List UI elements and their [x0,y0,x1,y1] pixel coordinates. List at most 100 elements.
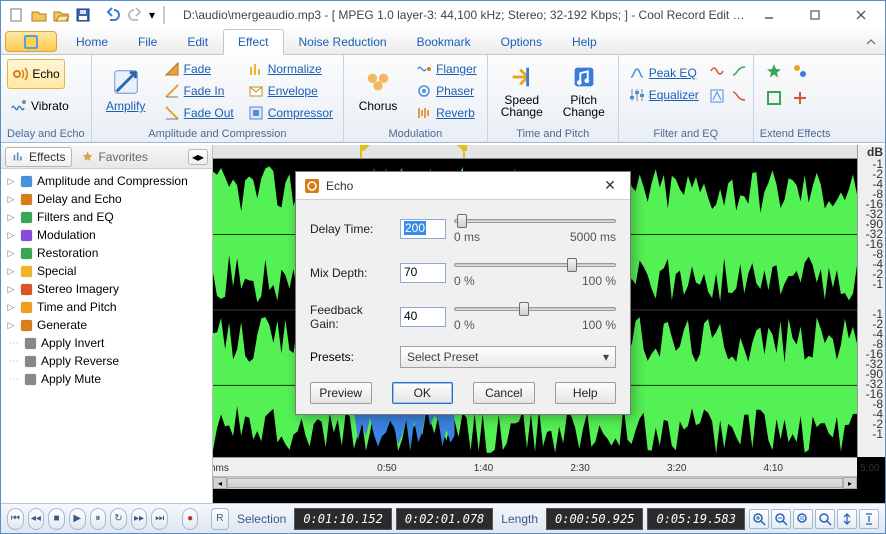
tree-item[interactable]: ▷Restoration [4,244,209,262]
peakeq-button[interactable]: Peak EQ [625,63,703,83]
ribbon-minimize-icon[interactable] [857,29,885,54]
sidebar-collapse-button[interactable]: ◂▸ [188,149,208,165]
param-value-field[interactable]: 70 [400,263,446,283]
expand-icon[interactable]: ▷ [6,194,16,204]
skip-end-button[interactable]: ⏭ [151,508,168,530]
loop-button[interactable]: ↻ [110,508,127,530]
envelope-button[interactable]: Envelope [244,81,337,101]
dialog-close-button[interactable]: ✕ [598,176,622,196]
tab-noise-reduction[interactable]: Noise Reduction [284,29,402,54]
param-value-field[interactable]: 200 [400,219,446,239]
preset-select[interactable]: Select Preset ▾ [400,346,616,368]
expand-icon[interactable]: ▷ [6,176,16,186]
amplify-button[interactable]: Amplify [98,57,154,123]
tab-home[interactable]: Home [61,29,123,54]
zoom-fit-button[interactable] [815,509,835,529]
repeat-mode-button[interactable]: R [211,508,229,530]
flanger-button[interactable]: Flanger [412,59,481,79]
scroll-left-button[interactable]: ◂ [213,477,227,489]
zoom-vertical-in-button[interactable] [837,509,857,529]
app-button[interactable] [5,31,57,52]
qat-open2-icon[interactable] [51,5,71,25]
expand-icon[interactable]: ▷ [6,212,16,222]
qat-new-icon[interactable] [7,5,27,25]
extend-icon-2[interactable] [792,63,808,82]
skip-start-button[interactable]: ⏮ [7,508,24,530]
window-maximize-button[interactable] [793,1,837,29]
normalize-button[interactable]: Normalize [244,59,337,79]
filter-icon-3[interactable] [731,63,747,82]
equalizer-button[interactable]: Equalizer [625,85,703,105]
filter-icon-2[interactable] [709,88,725,107]
expand-icon[interactable]: ▷ [6,320,16,330]
tree-item[interactable]: ▷Modulation [4,226,209,244]
stop-button[interactable]: ■ [48,508,65,530]
phaser-button[interactable]: Phaser [412,81,481,101]
echo-button[interactable]: Echo [7,59,65,89]
param-slider[interactable] [454,214,616,228]
zoom-vertical-out-button[interactable] [859,509,879,529]
fade-button[interactable]: Fade [160,59,238,79]
param-value-field[interactable]: 40 [400,307,446,327]
window-minimize-button[interactable] [747,1,791,29]
horizontal-scrollbar[interactable]: ◂ ▸ [213,477,857,489]
qat-open-icon[interactable] [29,5,49,25]
zoom-out-button[interactable] [771,509,791,529]
tree-item[interactable]: ▷Amplitude and Compression [4,172,209,190]
slider-thumb[interactable] [519,302,529,316]
help-button[interactable]: Help [555,382,617,404]
fadeout-button[interactable]: Fade Out [160,103,238,123]
tree-item[interactable]: ▷Stereo Imagery [4,280,209,298]
expand-icon[interactable]: ▷ [6,266,16,276]
param-slider[interactable] [454,258,616,272]
selection-ruler[interactable] [213,145,885,159]
extend-icon-4[interactable] [792,90,808,109]
pause-button[interactable]: ⏸ [90,508,107,530]
redo-icon[interactable] [125,5,145,25]
window-close-button[interactable] [839,1,883,29]
extend-icon-3[interactable] [766,90,782,109]
tab-help[interactable]: Help [557,29,612,54]
scroll-right-button[interactable]: ▸ [843,477,857,489]
tree-item[interactable]: ▷Generate [4,316,209,334]
selection-start-handle[interactable] [360,145,370,155]
cancel-button[interactable]: Cancel [473,382,535,404]
sidebar-tab-effects[interactable]: Effects [5,147,72,167]
filter-icon-1[interactable] [709,63,725,82]
expand-icon[interactable]: ▷ [6,230,16,240]
undo-icon[interactable] [103,5,123,25]
selection-end-handle[interactable] [457,145,467,155]
sidebar-tab-favorites[interactable]: Favorites [74,147,154,167]
record-button[interactable]: ● [182,508,199,530]
forward-button[interactable]: ▸▸ [131,508,148,530]
tree-item[interactable]: ⋯Apply Mute [4,370,209,388]
tree-item[interactable]: ▷Special [4,262,209,280]
slider-thumb[interactable] [457,214,467,228]
chorus-button[interactable]: Chorus [350,57,406,123]
zoom-selection-button[interactable] [793,509,813,529]
pitch-change-button[interactable]: Pitch Change [556,57,612,123]
tab-options[interactable]: Options [486,29,557,54]
tab-bookmark[interactable]: Bookmark [402,29,486,54]
fadein-button[interactable]: Fade In [160,81,238,101]
vibrato-button[interactable]: Vibrato [7,91,73,121]
tree-item[interactable]: ▷Delay and Echo [4,190,209,208]
extend-icon-1[interactable] [766,63,782,82]
tab-file[interactable]: File [123,29,172,54]
time-ruler[interactable]: hms 0:501:402:303:204:105:00 ◂ ▸ [213,457,857,489]
reverb-button[interactable]: Reverb [412,103,481,123]
tree-item[interactable]: ▷Filters and EQ [4,208,209,226]
preview-button[interactable]: Preview [310,382,372,404]
param-slider[interactable] [454,302,616,316]
scroll-thumb[interactable] [227,478,843,488]
dialog-titlebar[interactable]: Echo ✕ [296,172,630,200]
tree-item[interactable]: ⋯Apply Invert [4,334,209,352]
qat-dropdown-icon[interactable]: ▾ [147,5,157,25]
tab-edit[interactable]: Edit [172,29,223,54]
ok-button[interactable]: OK [392,382,454,404]
qat-save-icon[interactable] [73,5,93,25]
expand-icon[interactable]: ▷ [6,248,16,258]
play-button[interactable]: ▶ [69,508,86,530]
filter-icon-4[interactable] [731,88,747,107]
expand-icon[interactable]: ▷ [6,284,16,294]
